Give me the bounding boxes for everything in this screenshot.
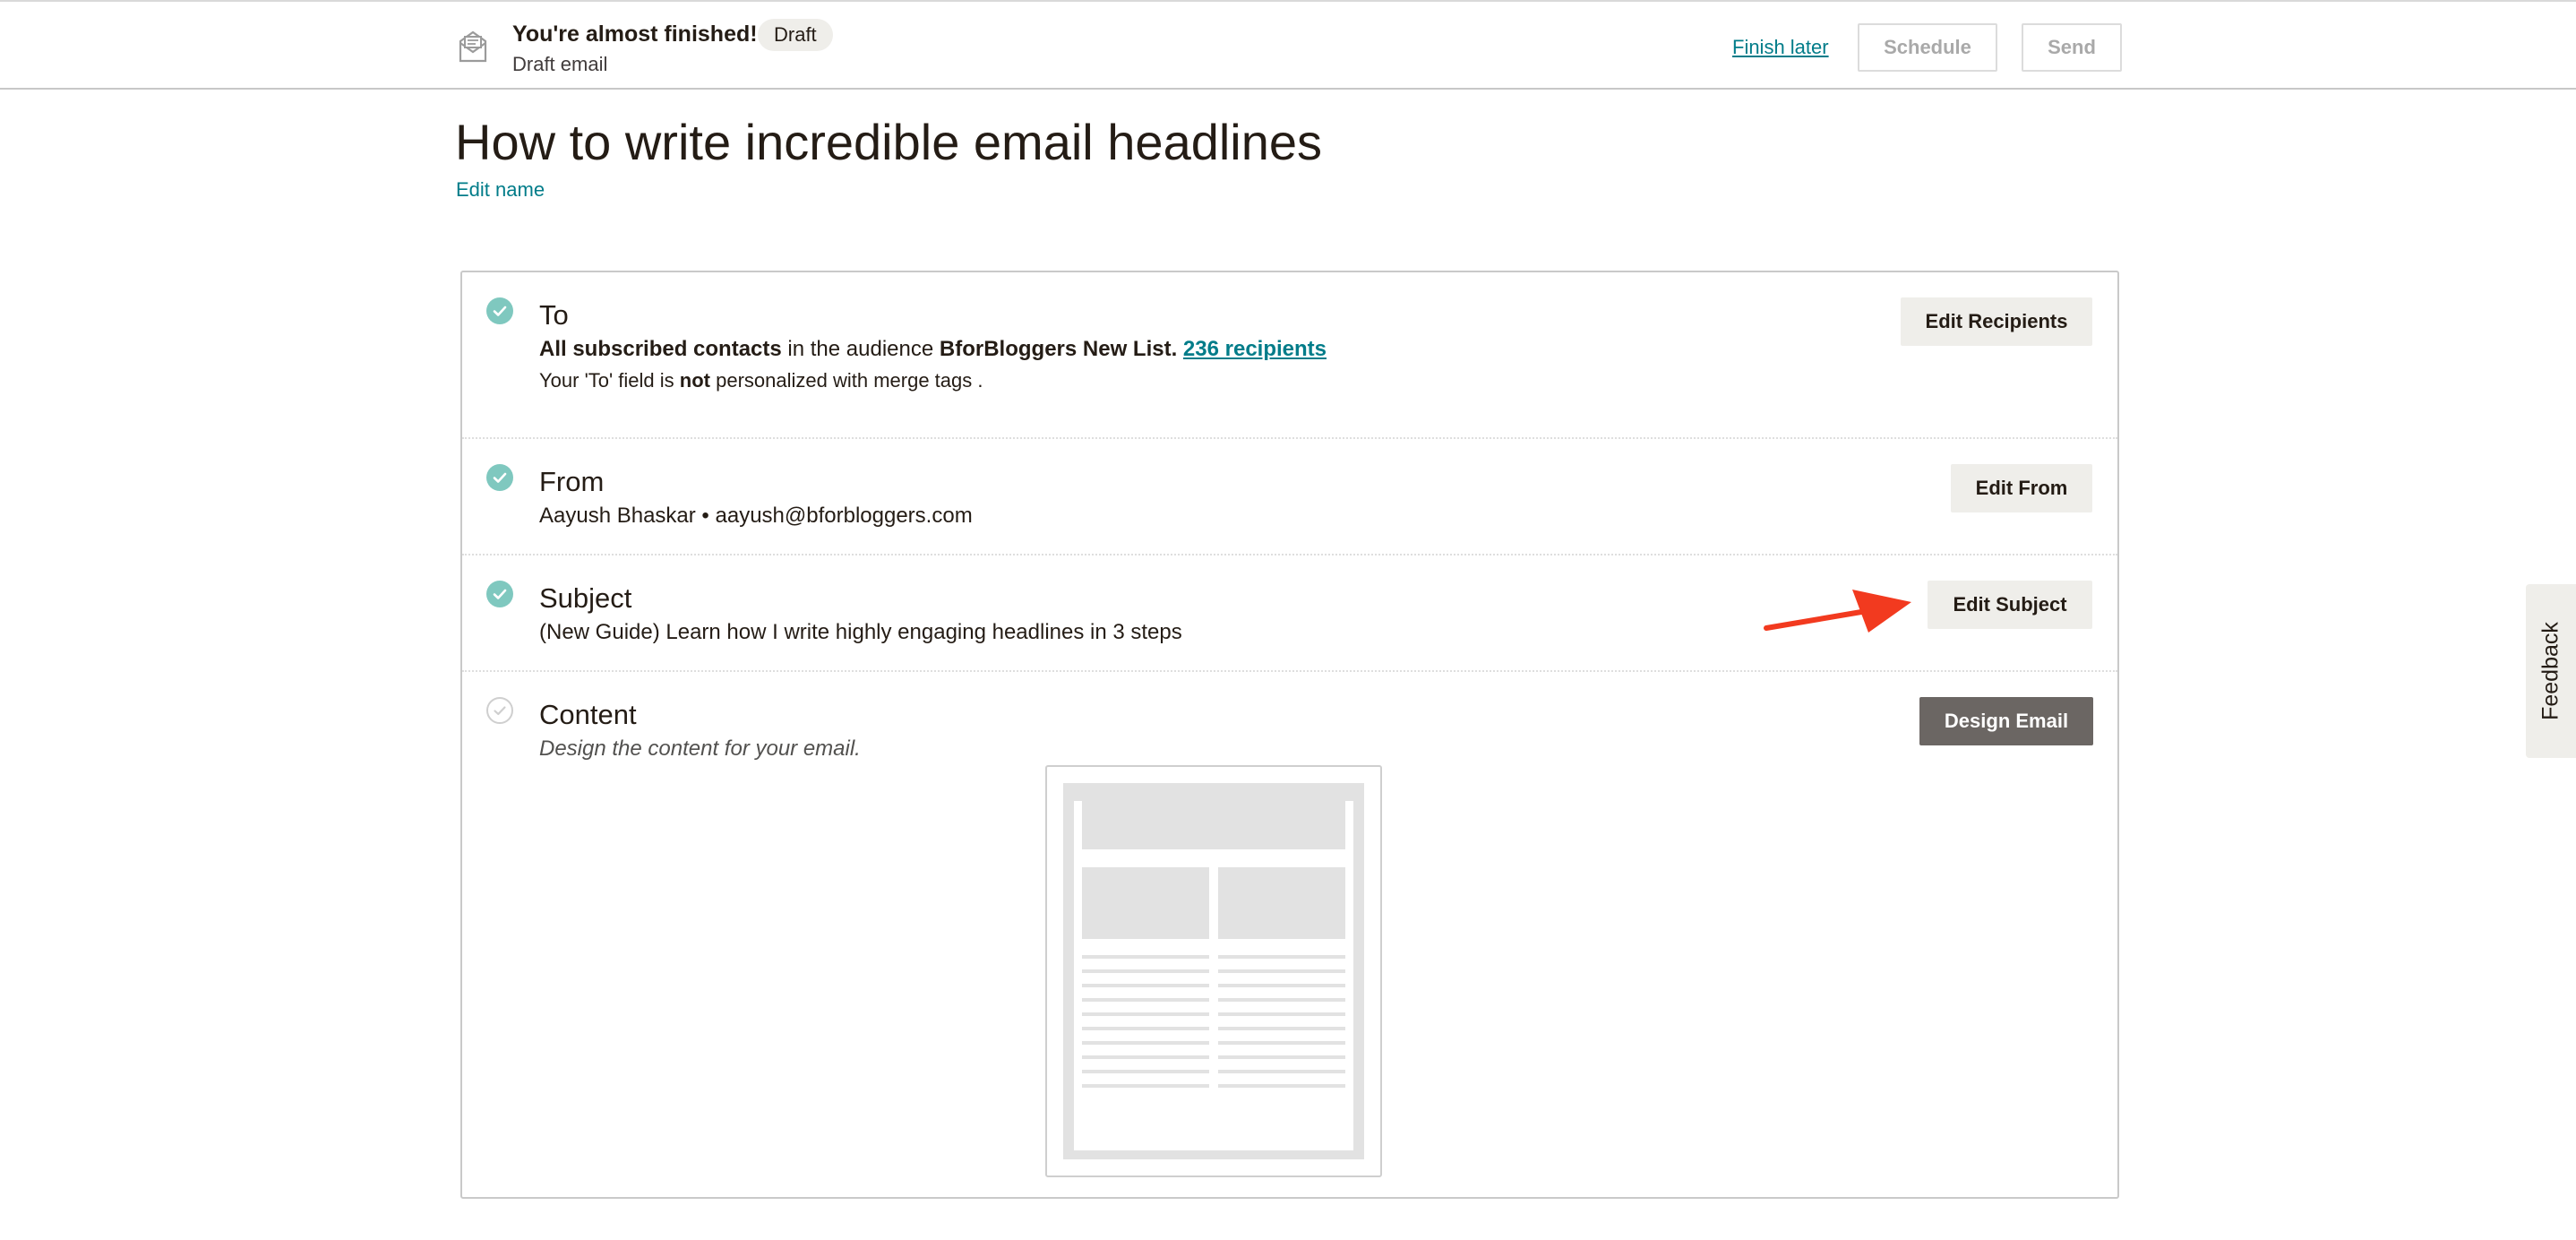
template-page xyxy=(1074,801,1353,1150)
feedback-label: Feedback xyxy=(2537,622,2563,720)
checklist-title-to: To xyxy=(539,299,569,331)
from-value: Aayush Bhaskar • aayush@bforbloggers.com xyxy=(539,504,973,528)
template-text-line xyxy=(1218,1027,1345,1030)
top-bar: You're almost finished! Draft Draft emai… xyxy=(0,0,2576,90)
checklist-title-subject: Subject xyxy=(539,582,632,614)
template-text-line xyxy=(1082,998,1209,1002)
audience-segment: All subscribed contacts xyxy=(539,337,782,361)
template-text-line xyxy=(1218,998,1345,1002)
template-text-line xyxy=(1082,1027,1209,1030)
template-text-line xyxy=(1082,1070,1209,1073)
template-text-line xyxy=(1218,1041,1345,1045)
template-text-line xyxy=(1218,984,1345,987)
check-pending-icon xyxy=(486,697,513,724)
edit-recipients-button[interactable]: Edit Recipients xyxy=(1901,297,2092,346)
finish-later-link[interactable]: Finish later xyxy=(1732,36,1829,59)
template-text-line xyxy=(1218,1055,1345,1059)
edit-name-link[interactable]: Edit name xyxy=(456,178,545,202)
edit-from-button[interactable]: Edit From xyxy=(1951,464,2092,512)
template-text-line xyxy=(1218,1084,1345,1088)
email-template-thumbnail[interactable] xyxy=(1045,765,1382,1177)
feedback-tab[interactable]: Feedback xyxy=(2526,584,2576,758)
template-text-line xyxy=(1218,1070,1345,1073)
checklist-title-from: From xyxy=(539,466,605,497)
edit-subject-button[interactable]: Edit Subject xyxy=(1928,581,2092,629)
audience-name: BforBloggers New List. xyxy=(939,337,1178,361)
to-note-prefix: Your 'To' field is xyxy=(539,369,680,392)
recipients-count-link[interactable]: 236 recipients xyxy=(1183,337,1327,361)
template-header-block xyxy=(1082,801,1345,849)
check-complete-icon xyxy=(486,581,513,607)
schedule-button[interactable]: Schedule xyxy=(1858,23,1997,72)
template-text-line xyxy=(1082,969,1209,973)
checklist-item-content: Content Design the content for your emai… xyxy=(462,670,2117,1199)
check-complete-icon xyxy=(486,297,513,324)
template-text-line xyxy=(1082,984,1209,987)
to-field-note: Your 'To' field is not personalized with… xyxy=(539,369,983,392)
recipients-summary: All subscribed contacts in the audience … xyxy=(539,337,1327,362)
subject-value: (New Guide) Learn how I write highly eng… xyxy=(539,620,1182,644)
template-text-line xyxy=(1082,1012,1209,1016)
campaign-title: How to write incredible email headlines xyxy=(455,114,1323,170)
checklist-item-from: From Aayush Bhaskar • aayush@bforblogger… xyxy=(462,437,2117,554)
template-text-line xyxy=(1218,955,1345,959)
send-button[interactable]: Send xyxy=(2022,23,2122,72)
campaign-checklist: To All subscribed contacts in the audien… xyxy=(460,271,2119,1199)
template-text-line xyxy=(1082,955,1209,959)
checklist-title-content: Content xyxy=(539,699,637,730)
template-text-line xyxy=(1082,1055,1209,1059)
page-status-title: You're almost finished! xyxy=(512,22,758,47)
checklist-item-to: To All subscribed contacts in the audien… xyxy=(462,272,2117,437)
template-image-block-right xyxy=(1218,867,1345,939)
design-email-button[interactable]: Design Email xyxy=(1919,697,2093,745)
template-text-line xyxy=(1082,1041,1209,1045)
template-image-block-left xyxy=(1082,867,1209,939)
template-frame xyxy=(1063,783,1364,1159)
page-status-subtitle: Draft email xyxy=(512,53,608,75)
status-badge: Draft xyxy=(758,19,833,51)
to-note-suffix: personalized with merge tags . xyxy=(710,369,983,392)
template-text-line xyxy=(1218,969,1345,973)
template-text-line xyxy=(1082,1084,1209,1088)
check-complete-icon xyxy=(486,464,513,491)
annotation-arrow-icon xyxy=(1764,590,1911,633)
audience-connector: in the audience xyxy=(781,337,940,361)
to-note-emphasis: not xyxy=(679,369,710,392)
draft-email-icon xyxy=(459,30,487,63)
template-text-line xyxy=(1218,1012,1345,1016)
content-description: Design the content for your email. xyxy=(539,736,861,761)
